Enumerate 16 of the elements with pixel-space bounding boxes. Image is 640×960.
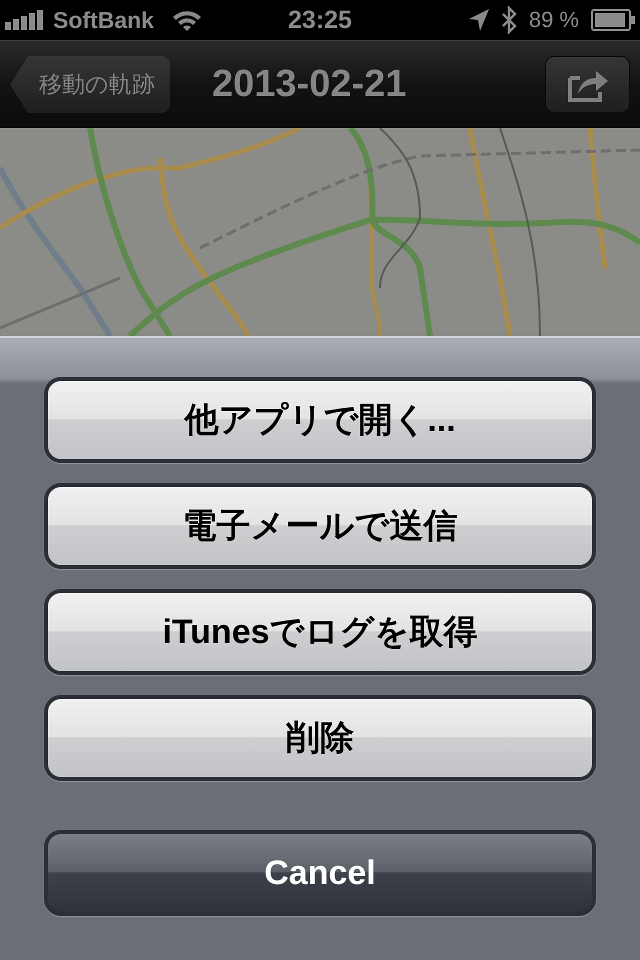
wifi-icon (172, 9, 202, 31)
action-button[interactable]: 削除 (44, 695, 596, 781)
share-button[interactable] (545, 56, 630, 113)
action-button[interactable]: 他アプリで開く... (44, 377, 596, 463)
battery-icon (591, 9, 635, 31)
nav-title: 2013-02-21 (212, 62, 406, 107)
action-button[interactable]: iTunesでログを取得 (44, 589, 596, 675)
carrier-name: SoftBank (53, 8, 154, 32)
signal-bars-icon (5, 10, 45, 30)
cancel-button[interactable]: Cancel (44, 830, 596, 916)
bluetooth-icon (500, 6, 517, 34)
clock-time: 23:25 (288, 8, 352, 32)
action-button[interactable]: 電子メールで送信 (44, 483, 596, 569)
back-button[interactable]: 移動の軌跡 (10, 56, 170, 113)
location-arrow-icon (468, 9, 489, 31)
battery-percent: 89 % (528, 9, 579, 31)
